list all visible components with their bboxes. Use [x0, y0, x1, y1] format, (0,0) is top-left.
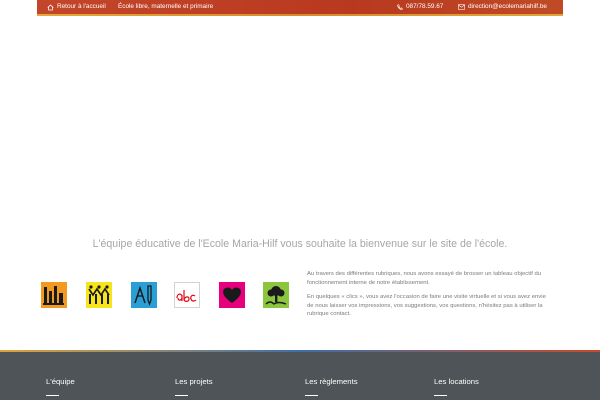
- intro-paragraph-1: Au travers des différentes rubriques, no…: [307, 271, 542, 286]
- phone-link[interactable]: 087/78.59.67: [397, 0, 443, 14]
- footer-link-locations[interactable]: Les locations: [434, 377, 479, 396]
- footer-link-projets[interactable]: Les projets: [175, 377, 213, 396]
- intro-paragraph-2: En quelques « clics », vous avez l'occas…: [307, 294, 546, 318]
- footer-underline: [305, 395, 318, 396]
- home-link[interactable]: Retour à l'accueil: [47, 0, 106, 14]
- footer-underline: [175, 395, 188, 396]
- intro-text: Au travers des différentes rubriques, no…: [307, 270, 547, 325]
- email-address: direction@ecolemariahilf.be: [468, 3, 547, 10]
- pencils-tile: [41, 282, 67, 308]
- footer-link-reglements[interactable]: Les règlements: [305, 377, 358, 396]
- abc-tile: [174, 282, 200, 308]
- footer-link-label: Les locations: [434, 377, 479, 386]
- phone-number: 087/78.59.67: [406, 3, 444, 10]
- tree-tile: [263, 282, 289, 308]
- header-accent-line: [37, 14, 563, 16]
- tools-tile: [131, 282, 157, 308]
- children-tile: [86, 282, 112, 308]
- footer: L'équipe Les projets Les règlements Les …: [0, 352, 600, 400]
- email-link[interactable]: direction@ecolemariahilf.be: [458, 0, 547, 14]
- top-bar: Retour à l'accueil École libre, maternel…: [37, 0, 563, 14]
- mail-icon: [458, 4, 465, 10]
- home-icon: [47, 4, 54, 11]
- school-tagline: École libre, maternelle et primaire: [118, 3, 214, 10]
- heart-tile: [219, 282, 245, 308]
- footer-link-label: Les projets: [175, 377, 213, 386]
- footer-link-label: Les règlements: [305, 377, 358, 386]
- welcome-heading: L'équipe éducative de l'Ecole Maria-Hilf…: [92, 238, 508, 251]
- footer-underline: [434, 395, 447, 396]
- footer-underline: [46, 395, 59, 396]
- home-link-label: Retour à l'accueil: [57, 3, 106, 10]
- footer-link-equipe[interactable]: L'équipe: [46, 377, 75, 396]
- footer-link-label: L'équipe: [46, 377, 75, 386]
- phone-icon: [397, 4, 403, 10]
